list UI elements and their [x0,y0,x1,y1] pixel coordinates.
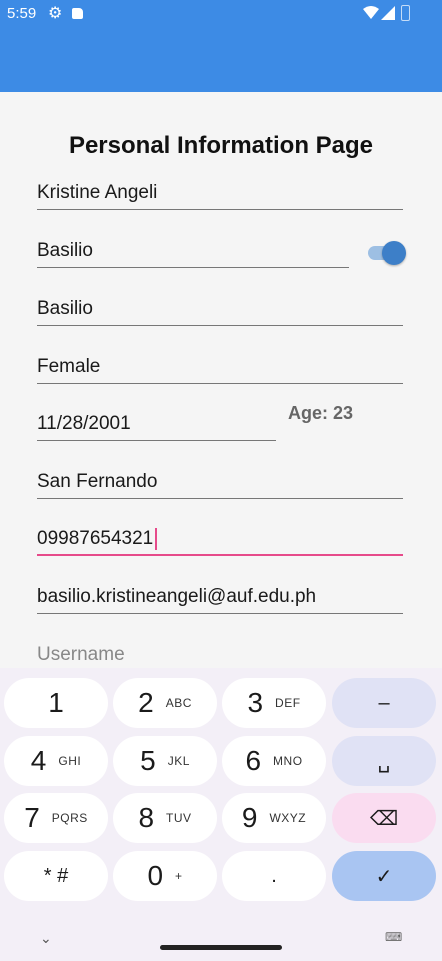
gender-field[interactable]: Female [37,354,403,384]
key-sublabel: MNO [273,754,303,768]
key-3-0[interactable]: * # [4,851,108,901]
username-placeholder: Username [37,644,125,665]
middle-name-toggle[interactable] [368,241,406,265]
city-field[interactable]: San Fernando [37,469,403,499]
key-label: * # [43,864,69,887]
key-2-3[interactable]: ⌫ [332,793,436,843]
key-label: 6 [245,745,262,776]
gear-icon: ⚙ [48,5,63,22]
key-label: 5 [140,745,156,776]
key-3-2[interactable]: . [222,851,326,901]
email-field[interactable]: basilio.kristineangeli@auf.edu.ph [37,584,403,614]
middle-name-field[interactable]: Basilio [37,238,349,268]
key-label: 4 [30,745,47,776]
key-1-3[interactable]: ␣ [332,736,436,786]
app-bar [0,28,442,92]
key-3-3[interactable]: ✓ [332,851,436,901]
key-sublabel: GHI [58,754,82,768]
hide-keyboard-icon[interactable]: ⌄ [40,930,52,947]
key-2-1[interactable]: 8 TUV [113,793,217,843]
text-caret [155,527,158,550]
key-0-3[interactable]: – [332,678,436,728]
key-label: 1 [48,687,64,718]
key-label: 7 [24,802,40,833]
key-label: – [378,691,390,714]
key-3-1[interactable]: 0 + [113,851,217,901]
key-label: ✓ [375,865,393,888]
age-label: Age: 23 [288,403,354,423]
sd-card-icon [72,8,83,19]
key-2-2[interactable]: 9 WXYZ [222,793,326,843]
key-label: 3 [247,687,264,718]
key-sublabel: JKL [167,754,190,768]
birthdate-field[interactable]: 11/28/2001 [37,411,276,441]
key-label: ⌫ [369,807,399,830]
key-1-0[interactable]: 4 GHI [4,736,108,786]
signal-icon [381,6,395,20]
key-2-0[interactable]: 7 PQRS [4,793,108,843]
key-1-1[interactable]: 5 JKL [113,736,217,786]
key-label: ␣ [377,750,391,773]
numeric-keyboard: 1 2 ABC 3 DEF – 4 GHI 5 JKL 6 MNO ␣ 7 PQRS 8 TUV 9 WXYZ ⌫ * … [0,668,442,961]
first-name-field[interactable]: Kristine Angeli [37,180,403,210]
key-1-2[interactable]: 6 MNO [222,736,326,786]
last-name-field[interactable]: Basilio [37,296,403,326]
key-label: 9 [241,802,258,833]
gesture-nav-bar[interactable] [160,945,282,950]
keyboard-switch-icon[interactable]: ⌨ [385,930,402,944]
key-sublabel: + [175,869,183,883]
page-title: Personal Information Page [68,132,374,159]
phone-value: 09987654321 [37,528,154,549]
key-0-2[interactable]: 3 DEF [222,678,326,728]
key-label: 8 [138,802,155,833]
key-0-1[interactable]: 2 ABC [113,678,217,728]
key-sublabel: ABC [165,696,192,710]
status-bar: 5:59 ⚙ [0,0,442,28]
key-0-0[interactable]: 1 [4,678,108,728]
form-content: Personal Information Page Kristine Angel… [0,92,442,668]
toggle-thumb [382,241,406,265]
wifi-icon [363,6,379,19]
status-time: 5:59 [7,5,37,22]
key-sublabel: TUV [166,811,192,825]
key-label: 0 [147,860,164,891]
key-label: . [271,864,277,887]
phone-field[interactable]: 09987654321 [37,526,403,556]
key-label: 2 [138,687,154,718]
key-sublabel: DEF [275,696,301,710]
battery-icon [401,5,410,21]
key-sublabel: PQRS [51,811,88,825]
key-sublabel: WXYZ [269,811,307,825]
